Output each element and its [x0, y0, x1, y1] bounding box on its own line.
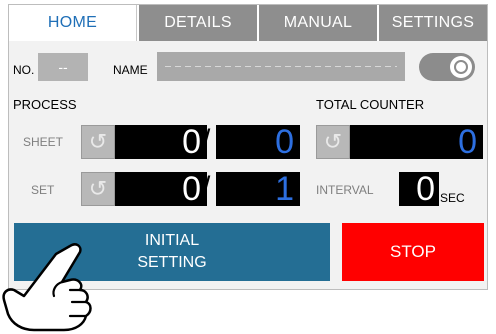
set-label: SET [31, 183, 55, 197]
set-target-display[interactable]: 1 [216, 170, 300, 208]
set-reset-button[interactable]: ↺ [81, 172, 115, 206]
tab-manual[interactable]: MANUAL [257, 5, 377, 41]
sheet-reset-button[interactable]: ↺ [81, 125, 115, 159]
initial-setting-label-line2: SETTING [137, 254, 207, 271]
total-counter-reset-button[interactable]: ↺ [316, 125, 350, 159]
sheet-target-display[interactable]: 0 [216, 123, 300, 161]
tab-bar: HOME DETAILS MANUAL SETTINGS [9, 5, 487, 41]
sheet-label: SHEET [23, 135, 64, 149]
interval-display[interactable]: 0 [399, 170, 439, 208]
initial-setting-label-line1: INITIAL [144, 232, 200, 249]
tab-details[interactable]: DETAILS [137, 5, 257, 41]
no-value: -- [58, 59, 68, 75]
reset-icon: ↺ [323, 129, 343, 154]
process-title: PROCESS [13, 97, 77, 112]
name-label: NAME [113, 63, 148, 77]
stop-label: STOP [390, 242, 436, 261]
tab-settings[interactable]: SETTINGS [377, 5, 487, 41]
name-field[interactable] [157, 52, 405, 81]
set-current-display: 0 [115, 170, 207, 208]
no-label: NO. [13, 63, 35, 77]
tab-home[interactable]: HOME [9, 5, 137, 41]
sheet-current-display: 0 [115, 123, 207, 161]
power-toggle[interactable] [419, 53, 475, 81]
power-icon [450, 56, 472, 78]
pointing-hand-icon [2, 243, 92, 332]
reset-icon: ↺ [88, 176, 108, 201]
interval-unit: SEC [440, 191, 465, 205]
reset-icon: ↺ [88, 129, 108, 154]
stop-button[interactable]: STOP [342, 223, 484, 281]
set-slash: / [202, 171, 211, 204]
interval-label: INTERVAL [316, 183, 374, 197]
sheet-slash: / [202, 124, 211, 157]
total-counter-title: TOTAL COUNTER [316, 97, 425, 112]
no-field[interactable]: -- [38, 53, 88, 81]
total-counter-display: 0 [350, 123, 483, 161]
